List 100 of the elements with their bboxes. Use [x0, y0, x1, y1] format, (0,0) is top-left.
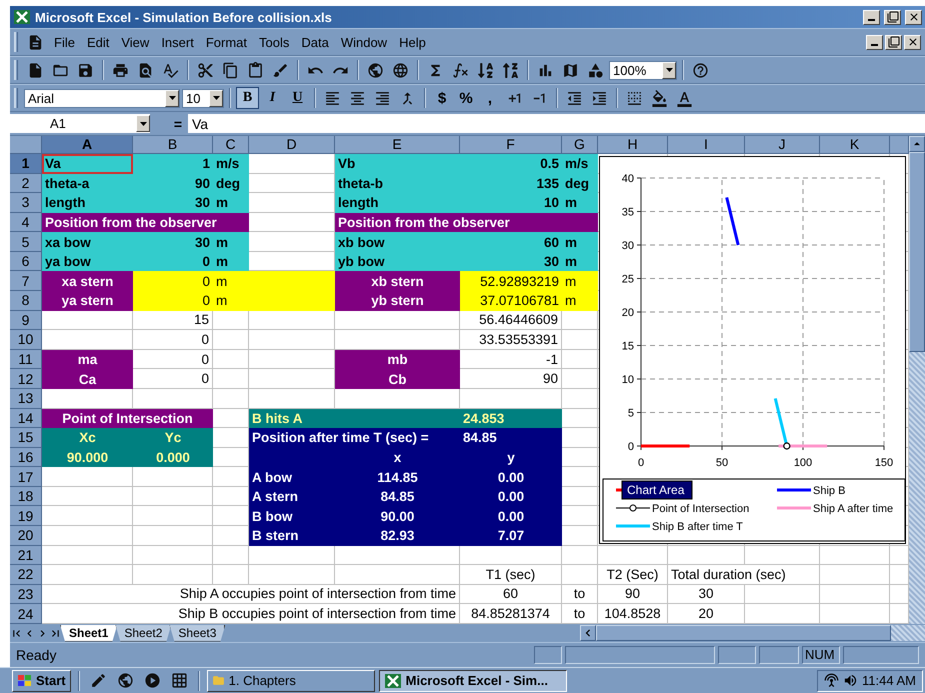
table-cell[interactable]: Position from the observer — [42, 212, 249, 232]
empty-cell[interactable] — [133, 565, 213, 585]
table-cell[interactable]: m — [213, 232, 249, 252]
table-cell[interactable]: ma — [42, 350, 133, 370]
dropdown-button[interactable] — [136, 115, 150, 132]
empty-cell[interactable] — [562, 369, 598, 389]
table-cell[interactable]: 0 — [133, 350, 213, 370]
sheet-tab[interactable]: Sheet2 — [115, 624, 172, 642]
row-header[interactable]: 9 — [10, 310, 42, 330]
table-cell[interactable]: m — [562, 232, 598, 252]
column-header[interactable]: E — [335, 136, 460, 154]
row-header[interactable]: 7 — [10, 271, 42, 292]
table-cell[interactable]: Vb — [335, 154, 460, 174]
empty-cell[interactable] — [213, 388, 249, 408]
empty-cell[interactable] — [562, 388, 598, 408]
empty-cell[interactable] — [562, 310, 598, 330]
row-header[interactable]: 8 — [10, 291, 42, 311]
row-header[interactable]: 20 — [10, 526, 42, 546]
format-button[interactable]: U — [286, 87, 309, 109]
table-cell[interactable]: -1 — [460, 350, 562, 370]
scroll-thumb[interactable] — [909, 152, 925, 352]
table-cell[interactable]: 90 — [598, 584, 668, 604]
empty-cell[interactable] — [562, 330, 598, 350]
row-header[interactable]: 17 — [10, 467, 42, 487]
table-cell[interactable]: theta-a — [42, 174, 133, 194]
menu-item[interactable]: Edit — [82, 32, 114, 52]
table-cell[interactable]: 30 — [460, 252, 562, 272]
scroll-left-button[interactable] — [580, 625, 596, 641]
empty-cell[interactable] — [562, 350, 598, 370]
empty-cell[interactable] — [213, 565, 249, 585]
empty-cell[interactable] — [820, 546, 890, 566]
table-cell[interactable]: 0 — [133, 252, 213, 272]
table-cell[interactable]: Xc — [42, 428, 133, 448]
table-cell[interactable]: xb stern — [335, 271, 460, 292]
table-cell[interactable]: 0.5 — [460, 154, 562, 174]
table-cell[interactable]: B hits A — [249, 408, 460, 428]
empty-cell[interactable] — [249, 546, 335, 566]
empty-cell[interactable] — [133, 546, 213, 566]
table-cell[interactable]: xa stern — [42, 271, 133, 292]
table-cell[interactable]: 135 — [460, 174, 562, 194]
empty-cell[interactable] — [562, 546, 598, 566]
select-all-button[interactable] — [10, 136, 42, 154]
table-cell[interactable]: m — [213, 252, 249, 272]
column-header[interactable]: A — [42, 136, 133, 154]
empty-cell[interactable] — [335, 546, 460, 566]
table-cell[interactable]: 90 — [133, 174, 213, 194]
row-header[interactable]: 18 — [10, 486, 42, 506]
minimize-button[interactable] — [863, 10, 880, 24]
row-header[interactable]: 21 — [10, 546, 42, 566]
menu-item[interactable]: File — [49, 32, 80, 52]
empty-cell[interactable] — [249, 310, 335, 330]
table-cell[interactable]: xa bow — [42, 232, 133, 252]
table-cell[interactable]: ya stern — [42, 291, 133, 311]
table-cell[interactable]: y — [460, 448, 562, 468]
row-header[interactable]: 2 — [10, 174, 42, 194]
restore-button[interactable] — [884, 10, 901, 24]
menu-item[interactable]: Help — [394, 32, 431, 52]
table-cell[interactable]: 52.92893219 — [460, 271, 562, 292]
table-cell[interactable]: 0.00 — [460, 506, 562, 526]
empty-cell[interactable] — [820, 584, 890, 604]
table-cell[interactable]: T2 (Sec) — [598, 565, 668, 585]
empty-cell[interactable] — [213, 310, 249, 330]
table-cell[interactable]: 33.53553391 — [460, 330, 562, 350]
empty-cell[interactable] — [745, 546, 820, 566]
table-cell[interactable]: Position from the observer — [335, 212, 598, 232]
row-header[interactable]: 24 — [10, 604, 42, 624]
close-button[interactable] — [905, 10, 922, 24]
empty-cell[interactable] — [335, 565, 460, 585]
table-cell[interactable]: 30 — [668, 584, 745, 604]
sheet-tab[interactable]: Sheet1 — [60, 624, 118, 642]
table-cell[interactable]: m/s — [213, 154, 249, 174]
menu-item[interactable]: Format — [200, 32, 252, 52]
column-header[interactable]: J — [745, 136, 820, 154]
table-cell[interactable]: A stern — [249, 486, 335, 506]
dropdown-button[interactable] — [165, 90, 179, 106]
empty-cell[interactable] — [213, 369, 249, 389]
table-cell[interactable]: m — [562, 291, 598, 311]
table-cell[interactable]: Ship A occupies point of intersection from time — [42, 584, 460, 604]
table-cell[interactable]: Position after time T (sec) = — [249, 428, 460, 448]
row-header[interactable]: 16 — [10, 448, 42, 468]
row-header[interactable]: 22 — [10, 565, 42, 585]
empty-cell[interactable] — [133, 486, 213, 506]
table-cell[interactable]: 30 — [133, 232, 213, 252]
column-header[interactable]: K — [820, 136, 890, 154]
chart[interactable]: 0 5 10 15 20 25 30 35 40 0 50 100 150 Chart Area Ship B Point of Intersection Ship A after time Ship B after time T — [599, 156, 906, 544]
table-cell[interactable]: 1 — [133, 154, 213, 174]
table-cell[interactable]: theta-b — [335, 174, 460, 194]
table-cell[interactable]: 56.46446609 — [460, 310, 562, 330]
row-header[interactable]: 13 — [10, 388, 42, 408]
name-box[interactable]: A1 — [10, 114, 150, 133]
table-cell[interactable]: 0.000 — [133, 448, 213, 468]
table-cell[interactable]: length — [335, 193, 460, 213]
table-cell[interactable]: B bow — [249, 506, 335, 526]
menu-item[interactable]: View — [116, 32, 154, 52]
table-cell[interactable]: m — [213, 271, 249, 292]
table-cell[interactable]: 84.85 — [335, 486, 460, 506]
table-cell[interactable]: 15 — [133, 310, 213, 330]
formula-field[interactable]: Va — [188, 114, 925, 133]
format-button[interactable]: B — [236, 87, 259, 109]
empty-cell[interactable] — [133, 526, 213, 546]
